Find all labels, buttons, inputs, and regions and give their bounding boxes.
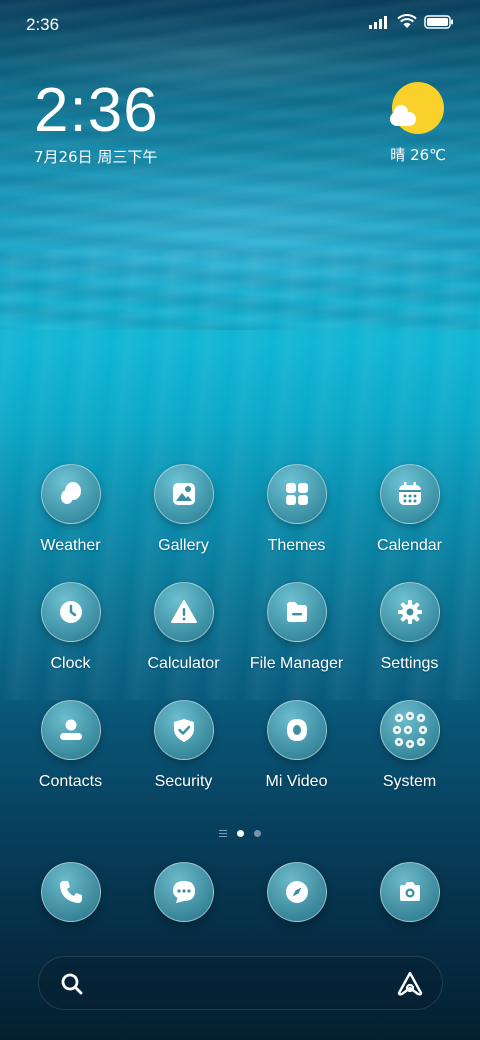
folder-grid-icon	[392, 711, 427, 749]
app-mi-video[interactable]: Mi Video	[240, 700, 353, 791]
play-icon	[286, 719, 307, 741]
widget-date: 7月26日 周三下午	[34, 148, 158, 166]
page-indicator[interactable]	[0, 830, 480, 837]
app-security[interactable]: Security	[127, 700, 240, 791]
dock	[14, 862, 466, 922]
status-icons	[368, 14, 454, 29]
assistant-icon	[397, 971, 423, 996]
app-weather[interactable]: Weather	[14, 464, 127, 555]
page-dot	[254, 830, 261, 837]
wifi-icon	[397, 14, 417, 28]
folder-icon	[286, 602, 307, 622]
app-gallery[interactable]: Gallery	[127, 464, 240, 555]
gear-icon	[397, 600, 422, 624]
status-bar: 2:36	[0, 0, 480, 48]
weather-condition: 晴	[390, 146, 406, 164]
gallery-icon	[172, 483, 195, 505]
app-label: Security	[154, 773, 213, 790]
shield-icon	[173, 719, 194, 742]
app-label: Contacts	[38, 773, 103, 790]
app-label: Weather	[40, 537, 101, 554]
page-dot-current	[237, 830, 244, 837]
app-label: Themes	[267, 537, 326, 554]
cloud-icon	[390, 105, 416, 126]
widget-time: 2:36	[34, 76, 159, 145]
assistant-button[interactable]	[396, 970, 424, 1002]
app-label: Calculator	[147, 655, 220, 672]
app-file-manager[interactable]: File Manager	[240, 582, 353, 673]
weather-temperature: 26℃	[410, 146, 446, 164]
compass-icon	[285, 881, 308, 903]
app-calculator[interactable]: Calculator	[127, 582, 240, 673]
app-label: Clock	[50, 655, 91, 672]
app-drawer-indicator-icon	[219, 830, 227, 837]
clock-widget[interactable]: 2:36 7月26日 周三下午	[34, 78, 159, 167]
warning-icon	[170, 600, 197, 623]
app-themes[interactable]: Themes	[240, 464, 353, 555]
dock-browser[interactable]	[266, 862, 327, 922]
themes-icon	[285, 483, 308, 505]
search-bar[interactable]	[38, 956, 443, 1010]
dock-messages[interactable]	[153, 862, 214, 922]
battery-icon	[424, 14, 453, 29]
search-icon	[61, 973, 83, 995]
app-label: Gallery	[158, 537, 209, 554]
signal-icon	[369, 15, 387, 29]
app-contacts[interactable]: Contacts	[14, 700, 127, 791]
app-clock[interactable]: Clock	[14, 582, 127, 673]
clock-icon	[59, 601, 82, 623]
app-label: Settings	[380, 655, 439, 672]
app-grid: Weather Gallery Themes Calendar Clock Ca…	[14, 464, 466, 791]
calendar-icon	[398, 482, 421, 505]
status-time: 2:36	[26, 15, 60, 34]
app-calendar[interactable]: Calendar	[353, 464, 466, 555]
dock-camera[interactable]	[379, 862, 440, 922]
app-settings[interactable]: Settings	[353, 582, 466, 673]
weather-summary: 晴 26℃	[390, 144, 446, 165]
message-icon	[172, 881, 195, 903]
weather-icon	[60, 482, 81, 504]
camera-icon	[399, 882, 420, 901]
dock-phone[interactable]	[40, 862, 101, 922]
phone-icon	[59, 881, 82, 903]
app-label: Calendar	[377, 537, 442, 554]
app-label: File Manager	[249, 655, 344, 672]
app-system-folder[interactable]: System	[353, 700, 466, 791]
app-label: Mi Video	[265, 773, 328, 790]
app-label: System	[382, 773, 437, 790]
person-icon	[59, 719, 82, 740]
